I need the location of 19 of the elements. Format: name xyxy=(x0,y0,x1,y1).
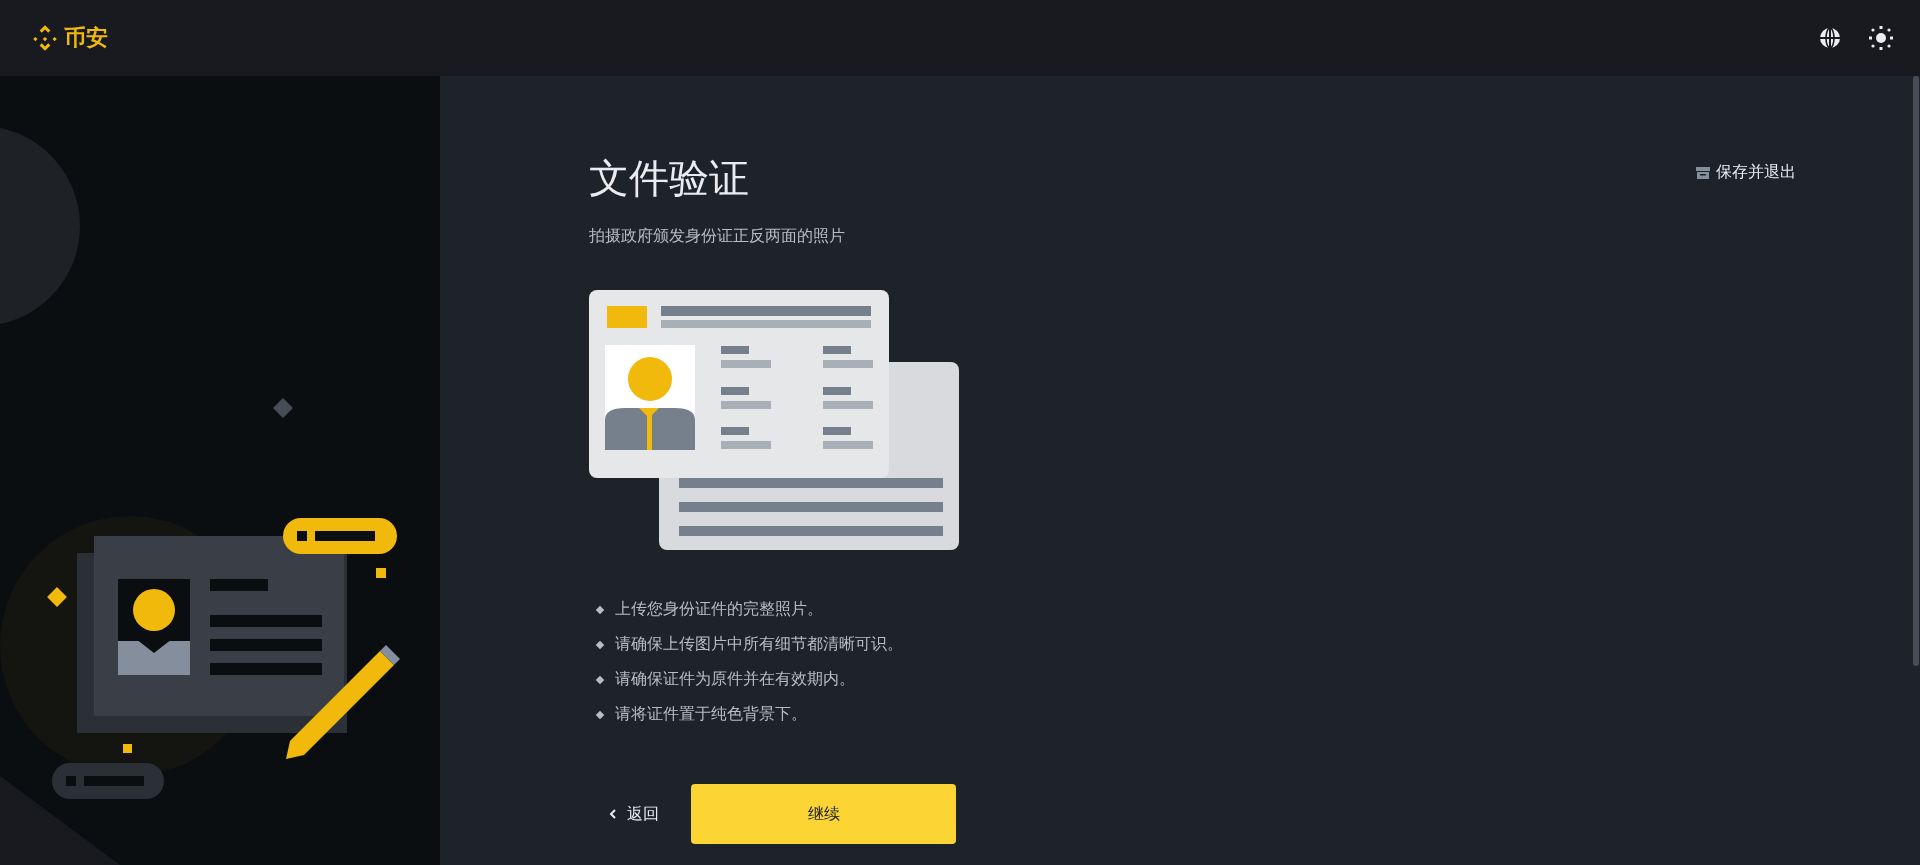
back-button[interactable]: 返回 xyxy=(589,803,659,825)
page-subtitle: 拍摄政府颁发身份证正反两面的照片 xyxy=(589,226,846,246)
instruction-text: 请确保上传图片中所有细节都清晰可识。 xyxy=(615,634,903,654)
diamond-bullet-icon xyxy=(595,605,605,614)
chevron-left-icon xyxy=(609,808,617,820)
instruction-text: 请确保证件为原件并在有效期内。 xyxy=(615,669,855,689)
globe-icon[interactable] xyxy=(1818,26,1842,50)
diamond-bullet-icon xyxy=(595,710,605,719)
scrollbar-thumb[interactable] xyxy=(1913,76,1919,666)
page-title: 文件验证 xyxy=(589,155,749,202)
diamond-bullet-icon xyxy=(595,675,605,684)
diamond-bullet-icon xyxy=(595,640,605,649)
save-exit-button[interactable]: 保存并退出 xyxy=(1696,162,1796,183)
continue-button[interactable]: 继续 xyxy=(691,784,956,844)
archive-icon xyxy=(1696,165,1710,180)
sun-icon[interactable] xyxy=(1868,25,1894,51)
instruction-text: 上传您身份证件的完整照片。 xyxy=(615,599,823,619)
logo-text[interactable]: 币安 xyxy=(64,23,108,53)
instruction-text: 请将证件置于纯色背景下。 xyxy=(615,704,807,724)
